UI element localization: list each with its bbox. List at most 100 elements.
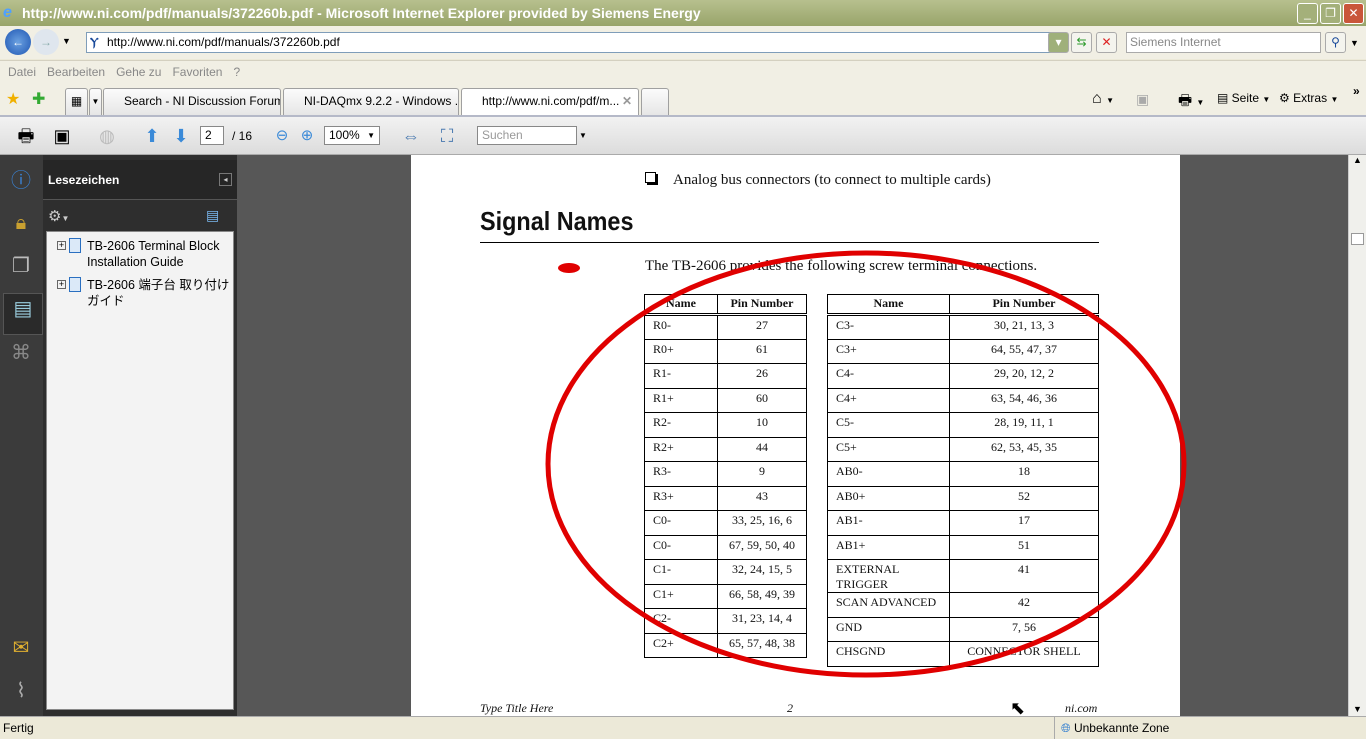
back-button[interactable]: ← [5,29,31,55]
zoom-in-icon[interactable]: ⊕ [295,124,319,148]
address-input[interactable]: http://www.ni.com/pdf/manuals/372260b.pd… [86,32,1066,53]
table-row: R3+ 43 [644,485,808,511]
zoom-out-icon[interactable]: ⊖ [270,124,294,148]
refresh-button[interactable]: ⇆ [1071,32,1092,53]
add-favorite-icon[interactable]: ✚ [32,89,45,109]
stop-button[interactable]: ✕ [1096,32,1117,53]
section-heading: Signal Names [480,206,634,236]
signal-name: AB1- [827,510,950,536]
tools-menu[interactable]: ⚙ Extras ▼ [1279,91,1338,105]
signal-name: SCAN ADVANCED [827,592,950,618]
expand-bookmark-icon[interactable]: ▤ [206,207,219,224]
table-row: C1- 32, 24, 15, 5 [644,559,808,585]
pin-number: 18 [948,461,1100,487]
binoculars-icon[interactable]: ⌘ [6,338,36,368]
bookmarks-icon[interactable]: ▤ [3,293,43,335]
pin-number: 7, 56 [948,616,1100,642]
fit-page-icon[interactable]: ⛶ [435,124,459,148]
pin-number: 29, 20, 12, 2 [948,363,1100,389]
tab-list-dropdown[interactable]: ▼ [89,88,102,115]
pin-number: 51 [948,534,1100,560]
signal-name: C5+ [827,436,950,462]
menu-gehe-zu[interactable]: Gehe zu [116,65,161,79]
pin-number: 10 [716,412,808,438]
page-menu[interactable]: ▤ Seite ▼ [1217,91,1270,105]
home-icon[interactable]: ⌂ ▼ [1092,90,1114,108]
table-row: R0+ 61 [644,338,808,364]
table-row: R1- 26 [644,363,808,389]
table-row: EXTERNAL TRIGGER 41 [827,559,1100,593]
menu-bearbeiten[interactable]: Bearbeiten [47,65,105,79]
pin-number: 30, 21, 13, 3 [948,314,1100,340]
scroll-down-arrow[interactable]: ▼ [1349,704,1366,714]
vertical-scrollbar[interactable]: ▲ ▼ [1348,155,1366,716]
tab-ni-daqmx[interactable]: NI-DAQmx 9.2.2 - Windows ... [283,88,459,115]
minimize-button[interactable]: _ [1297,3,1318,24]
find-dropdown[interactable]: ▼ [579,131,587,140]
close-tab-icon[interactable]: ✕ [622,89,632,114]
print-icon[interactable]: 🖶 [14,124,38,148]
checkbox-bullet-icon [645,172,656,183]
more-chevron-icon[interactable]: » [1353,84,1360,98]
fit-width-icon[interactable]: ⇔ [399,124,423,148]
menu-help[interactable]: ? [233,65,240,79]
search-input[interactable]: Siemens Internet [1126,32,1321,53]
pdf-page: Analog bus connectors (to connect to mul… [411,155,1180,716]
feeds-icon[interactable]: ▣ [1136,91,1149,108]
scroll-up-arrow[interactable]: ▲ [1349,155,1366,165]
attachment-icon[interactable]: ⌇ [6,676,36,706]
email-icon[interactable]: ◍ [95,124,119,148]
zoom-select[interactable]: 100% ▼ [324,126,380,145]
bookmark-item[interactable]: + TB-2606 Terminal Block Installation Gui… [57,238,233,270]
bookmarks-header: Lesezeichen [43,160,237,200]
table-row: C2- 31, 23, 14, 4 [644,608,808,634]
pin-number: 42 [948,592,1100,618]
expand-icon[interactable]: + [57,241,66,250]
search-button[interactable]: ⚲ [1325,32,1346,53]
pin-number: 60 [716,387,808,413]
signal-name: AB0- [827,461,950,487]
pin-number: 43 [716,485,808,511]
pin-number: 65, 57, 48, 38 [716,632,808,658]
menu-datei[interactable]: Datei [8,65,36,79]
maximize-button[interactable]: ❐ [1320,3,1341,24]
print-icon[interactable]: 🖶 ▼ [1178,90,1204,115]
pin-number: 52 [948,485,1100,511]
favorites-star-icon[interactable]: ★ [6,89,20,109]
find-input[interactable]: Suchen [477,126,577,145]
close-button[interactable]: ✕ [1343,3,1364,24]
signal-name: R0- [644,314,718,340]
address-dropdown[interactable]: ▾ [1048,32,1069,53]
signal-name: R0+ [644,338,718,364]
comments-icon[interactable]: ✉ [6,633,36,663]
options-gear-icon[interactable]: ⚙▼ [48,207,69,225]
menu-bar: Datei Bearbeiten Gehe zu Favoriten? [0,60,1366,83]
signal-table-left: Name Pin Number R0- 27 R0+ 61 R1- 26 R1+ 60 R2- 10 R… [644,294,808,658]
signal-name: C1+ [644,583,718,609]
signal-name: AB0+ [827,485,950,511]
pin-number: 67, 59, 50, 40 [716,534,808,560]
info-icon[interactable]: ⓘ [6,166,36,196]
tab-search-forums[interactable]: Search - NI Discussion Forums [103,88,281,115]
save-icon[interactable]: ▣ [50,124,74,148]
history-dropdown[interactable]: ▼ [62,36,71,46]
new-tab-button[interactable] [641,88,669,115]
collapse-panel-button[interactable]: ◂ [219,173,232,186]
previous-page-icon[interactable]: ⬆ [140,124,164,148]
bookmark-item[interactable]: + TB-2606 端子台 取り付けガイド [57,277,233,309]
expand-icon[interactable]: + [57,280,66,289]
page-number-input[interactable]: 2 [200,126,224,145]
quick-tabs-button[interactable]: ▦ [65,88,88,115]
table-row: AB1+ 51 [827,534,1100,560]
pages-icon[interactable]: ❐ [6,251,36,281]
tab-pdf[interactable]: http://www.ni.com/pdf/m... ✕ [461,88,639,115]
menu-favoriten[interactable]: Favoriten [172,65,222,79]
bullet-text: Analog bus connectors (to connect to mul… [673,172,991,188]
table-row: GND 7, 56 [827,616,1100,642]
lock-icon[interactable]: 🔒︎ [6,208,36,238]
scroll-thumb[interactable] [1351,233,1364,245]
forward-button[interactable]: → [33,29,59,55]
search-options-dropdown[interactable]: ▼ [1350,38,1359,48]
next-page-icon[interactable]: ⬇ [169,124,193,148]
signal-name: EXTERNAL TRIGGER [827,559,950,593]
